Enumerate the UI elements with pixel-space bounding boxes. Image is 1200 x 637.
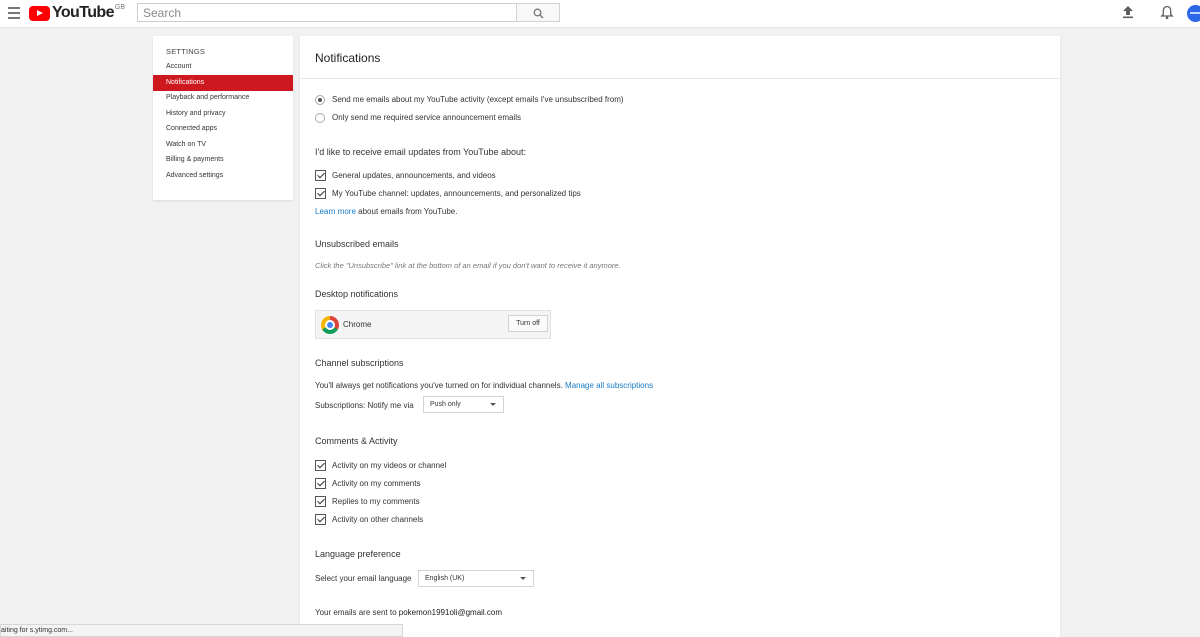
email-language-label: Select your email language xyxy=(315,574,412,583)
activity-comments-checkbox[interactable] xyxy=(315,478,326,489)
channel-updates-label: My YouTube channel: updates, announcemen… xyxy=(332,189,581,198)
sidebar-item-notifications[interactable]: Notifications xyxy=(153,75,293,91)
search-button[interactable] xyxy=(516,3,560,22)
replies-checkbox[interactable] xyxy=(315,496,326,507)
sidebar-item-billing[interactable]: Billing & payments xyxy=(153,152,293,168)
email-address: pokemon1991oli@gmail.com xyxy=(398,608,503,617)
general-updates-checkbox[interactable] xyxy=(315,170,326,181)
sidebar-heading: SETTINGS xyxy=(166,47,206,56)
notifications-panel: Notifications Send me emails about my Yo… xyxy=(300,36,1060,637)
activity-other-channels-label: Activity on other channels xyxy=(332,515,424,524)
activity-other-channels-checkbox[interactable] xyxy=(315,514,326,525)
upload-icon[interactable] xyxy=(1121,5,1135,19)
activity-videos-checkbox[interactable] xyxy=(315,460,326,471)
email-language-value: English (UK) xyxy=(425,575,465,582)
learn-more-link[interactable]: Learn more xyxy=(315,207,356,216)
learn-more-text: about emails from YouTube. xyxy=(355,207,458,216)
email-updates-title: I'd like to receive email updates from Y… xyxy=(315,147,527,157)
sidebar-item-playback[interactable]: Playback and performance xyxy=(153,90,293,106)
search-icon xyxy=(533,8,544,19)
youtube-logo[interactable]: YouTube GB xyxy=(29,4,125,22)
email-required-only-radio[interactable] xyxy=(315,113,325,123)
email-sent-row: Your emails are sent to pokemon1991oli@g… xyxy=(315,607,502,619)
chevron-down-icon xyxy=(520,577,526,580)
chevron-down-icon xyxy=(490,403,496,406)
email-required-only-label: Only send me required service announceme… xyxy=(332,113,521,122)
activity-comments-label: Activity on my comments xyxy=(332,479,421,488)
email-activity-label: Send me emails about my YouTube activity… xyxy=(332,95,624,104)
unsubscribed-title: Unsubscribed emails xyxy=(315,239,399,249)
manage-subscriptions-link[interactable]: Manage all subscriptions xyxy=(565,381,653,390)
logo-region: GB xyxy=(114,3,125,11)
chrome-icon xyxy=(321,316,339,334)
youtube-play-icon xyxy=(29,5,50,21)
page-title: Notifications xyxy=(315,51,381,65)
channel-updates-checkbox[interactable] xyxy=(315,188,326,199)
learn-more-row: Learn more about emails from YouTube. xyxy=(315,206,457,218)
desktop-notifications-title: Desktop notifications xyxy=(315,289,399,299)
title-divider xyxy=(300,78,1060,79)
replies-label: Replies to my comments xyxy=(332,497,420,506)
chrome-notification-row: Chrome Turn off xyxy=(315,310,551,339)
menu-icon[interactable] xyxy=(8,7,20,19)
chrome-label: Chrome xyxy=(343,320,372,329)
notify-via-label: Subscriptions: Notify me via xyxy=(315,401,414,410)
turn-off-button[interactable]: Turn off xyxy=(508,315,548,332)
sidebar-item-watch-on-tv[interactable]: Watch on TV xyxy=(153,137,293,153)
sidebar-item-connected-apps[interactable]: Connected apps xyxy=(153,121,293,137)
channel-subscriptions-text: You'll always get notifications you've t… xyxy=(315,381,566,390)
general-updates-label: General updates, announcements, and vide… xyxy=(332,171,496,180)
email-activity-radio[interactable] xyxy=(315,95,325,105)
comments-activity-title: Comments & Activity xyxy=(315,436,398,446)
settings-sidebar: SETTINGS Account Notifications Playback … xyxy=(153,36,293,200)
channel-subscriptions-text-row: You'll always get notifications you've t… xyxy=(315,380,653,392)
sidebar-item-advanced[interactable]: Advanced settings xyxy=(153,168,293,184)
notify-via-dropdown[interactable]: Push only xyxy=(423,396,504,413)
avatar[interactable] xyxy=(1187,5,1200,22)
language-preference-title: Language preference xyxy=(315,549,401,559)
notify-via-value: Push only xyxy=(430,401,461,408)
search-input[interactable]: Search xyxy=(137,3,517,22)
unsubscribed-hint: Click the "Unsubscribe" link at the bott… xyxy=(315,261,621,270)
top-bar: YouTube GB Search xyxy=(0,0,1200,28)
sidebar-item-account[interactable]: Account xyxy=(153,59,293,75)
browser-status-bar: aiting for s.ytimg.com... xyxy=(0,624,403,637)
bell-icon[interactable] xyxy=(1160,5,1174,20)
email-language-dropdown[interactable]: English (UK) xyxy=(418,570,534,587)
sidebar-item-history[interactable]: History and privacy xyxy=(153,106,293,122)
logo-text: YouTube xyxy=(52,4,114,21)
activity-videos-label: Activity on my videos or channel xyxy=(332,461,447,470)
email-sent-label: Your emails are sent to xyxy=(315,608,399,617)
channel-subscriptions-title: Channel subscriptions xyxy=(315,358,404,368)
